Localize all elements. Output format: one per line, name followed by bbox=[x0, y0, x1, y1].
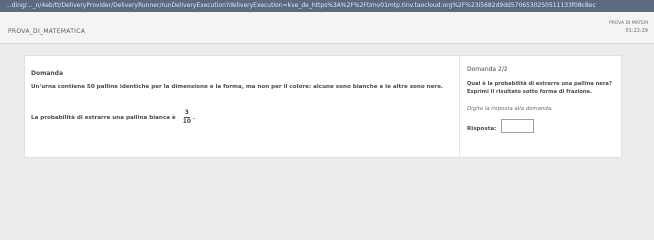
question-title: Domanda 2/2 bbox=[467, 66, 508, 73]
stimulus-text: Un'urna contiene 50 palline identiche pe… bbox=[31, 84, 444, 90]
test-title: PROVA_DI_MATEMATICA bbox=[8, 28, 86, 35]
timer: 01:22:29 bbox=[625, 28, 648, 34]
panel-divider bbox=[459, 56, 460, 157]
question-panel: Domanda Un'urna contiene 50 palline iden… bbox=[24, 55, 622, 158]
fraction-suffix: . bbox=[193, 114, 196, 121]
stimulus-probability: La probabilità di estrarre una pallina b… bbox=[31, 109, 195, 126]
question-instruction: Digita la risposta alla domanda. bbox=[467, 106, 553, 112]
test-header: PROVA_DI_MATEMATICA PROVA DI MATEM 01:22… bbox=[0, 12, 654, 44]
test-section-label: PROVA DI MATEM bbox=[609, 21, 648, 26]
address-bar[interactable]: ...ding/..._n/4eb/tt/DeliveryProvider/De… bbox=[0, 0, 654, 12]
address-url[interactable]: ...ding/..._n/4eb/tt/DeliveryProvider/De… bbox=[6, 1, 596, 11]
stimulus-title: Domanda bbox=[31, 70, 64, 77]
answer-label: Risposta: bbox=[467, 126, 497, 132]
question-text: Qual è la probabilità di estrarre una pa… bbox=[467, 81, 612, 95]
fraction-numerator: 3 bbox=[183, 109, 190, 118]
probability-text: La probabilità di estrarre una pallina b… bbox=[31, 114, 176, 121]
fraction: 3 10 bbox=[182, 109, 192, 126]
answer-input[interactable] bbox=[501, 119, 534, 133]
fraction-denominator: 10 bbox=[182, 118, 192, 125]
